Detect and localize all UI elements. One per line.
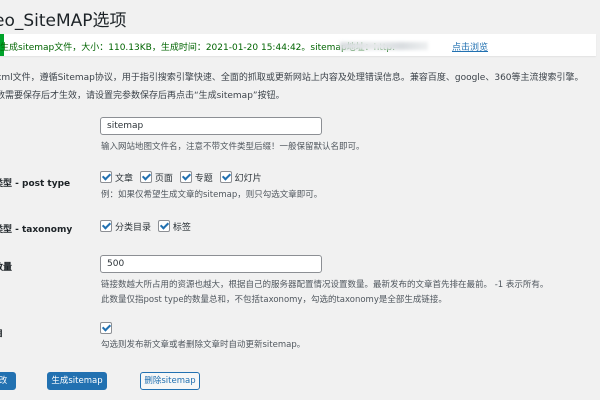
auto-update-label: 自 (0, 326, 3, 339)
checkbox-icon[interactable] (139, 171, 152, 183)
redacted-url (340, 42, 428, 50)
taxonomy-option-category[interactable]: 分类目录 (100, 220, 151, 233)
checkbox-icon[interactable] (100, 220, 112, 232)
view-sitemap-link[interactable]: 点击浏览 (452, 40, 488, 53)
checkbox-icon[interactable] (100, 171, 112, 183)
post-type-option-topic[interactable]: 专题 (179, 171, 213, 184)
filename-hint: 输入网站地图文件名，注意不带文件类型后缀！一般保留默认名即可。 (101, 142, 365, 152)
page-title: eo_SiteMAP选项 (0, 11, 127, 31)
checkbox-icon[interactable] (179, 171, 192, 183)
checkbox-icon[interactable] (157, 220, 170, 232)
count-hint-2: 此数量仅指post type的数量总和，不包括taxonomy，勾选的taxon… (101, 295, 447, 305)
save-button[interactable]: 改 (0, 372, 16, 390)
post-type-hint: 例：如果仅希望生成文章的sitemap，则只勾选文章即可。 (101, 190, 323, 200)
taxonomy-options: 分类目录 标签 (100, 220, 195, 233)
post-type-option-slide[interactable]: 幻灯片 (219, 171, 262, 184)
generate-sitemap-button[interactable]: 生成sitemap (47, 372, 107, 390)
delete-sitemap-button[interactable]: 删除sitemap (140, 372, 200, 390)
checkbox-icon[interactable] (219, 171, 232, 183)
post-type-options: 文章 页面 专题 幻灯片 (100, 171, 266, 184)
auto-update-hint: 勾选则发布新文章或者删除文章时自动更新sitemap。 (101, 340, 306, 350)
post-type-option-page[interactable]: 页面 (139, 171, 173, 184)
count-hint: 链接数越大所占用的资源也越大，根据自己的服务器配置情况设置数量。最新发布的文章首… (101, 280, 549, 290)
checkbox-icon[interactable] (100, 322, 112, 334)
count-label: 数量 (0, 263, 13, 273)
post-type-label: 类型 - post type (0, 179, 71, 189)
filename-input[interactable]: sitemap (100, 117, 322, 135)
post-type-option-post[interactable]: 文章 (100, 171, 133, 184)
auto-update-checkbox[interactable] (100, 322, 115, 335)
intro-note: 数需要保存后才生效，请设置完参数保存后再点击“生成sitemap”按钮。 (0, 91, 285, 101)
taxonomy-label: 类型 - taxonomy (0, 225, 73, 235)
success-notice: 生成sitemap文件，大小：110.13KB，生成时间：2021-01-20 … (0, 34, 596, 56)
intro-description: xml文件，遵循Sitemap协议，用于指引搜索引擎快速、全面的抓取或更新网站上… (0, 73, 584, 83)
count-input[interactable]: 500 (100, 255, 322, 273)
taxonomy-option-tag[interactable]: 标签 (157, 220, 191, 233)
notice-message: 生成sitemap文件，大小：110.13KB，生成时间：2021-01-20 … (0, 43, 396, 53)
